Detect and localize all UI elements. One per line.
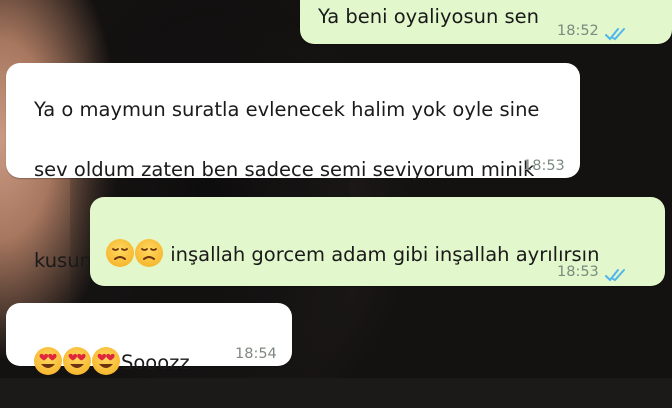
message-line-with-emoji: inşallah gorcem adam gibi inşallah ayrıl…: [106, 239, 599, 270]
message-bubble-incoming[interactable]: Sooozz 18:54: [6, 303, 292, 375]
message-time: 18:52: [557, 23, 599, 39]
sad-face-emoji: [106, 239, 134, 267]
message-bubble-outgoing[interactable]: inşallah gorcem adam gibi inşallah ayrıl…: [90, 197, 665, 326]
heart-eyes-emoji: [92, 347, 120, 375]
message-time: 18:54: [235, 346, 277, 362]
message-time: 18:53: [557, 264, 599, 280]
message-line: inşallah gorcem adam gibi inşallah ayrıl…: [164, 243, 600, 266]
message-time: 18:53: [523, 158, 565, 174]
message-line-with-emoji: Sooozz: [34, 347, 190, 378]
message-line: Sooozz: [121, 351, 190, 374]
message-bubble-outgoing[interactable]: Ya beni oyaliyosun sen 18:52: [300, 0, 672, 44]
message-line: Ya o maymun suratla evlenecek halim yok …: [34, 98, 540, 121]
message-text: Ya beni oyaliyosun sen: [318, 5, 540, 28]
message-meta: 18:52: [557, 16, 629, 46]
message-meta: 18:53: [523, 151, 565, 181]
message-bubble-incoming[interactable]: Ya o maymun suratla evlenecek halim yok …: [6, 63, 580, 273]
message-meta: 18:53: [557, 257, 629, 287]
double-check-read-icon: [604, 264, 629, 282]
message-meta: 18:54: [235, 339, 277, 369]
message-text: Sooozz: [34, 317, 190, 408]
message-line: sev oldum zaten ben sadece semi seviyoru…: [34, 158, 535, 181]
heart-eyes-emoji: [63, 347, 91, 375]
heart-eyes-emoji: [34, 347, 62, 375]
sad-face-emoji: [135, 239, 163, 267]
double-check-read-icon: [604, 23, 629, 41]
